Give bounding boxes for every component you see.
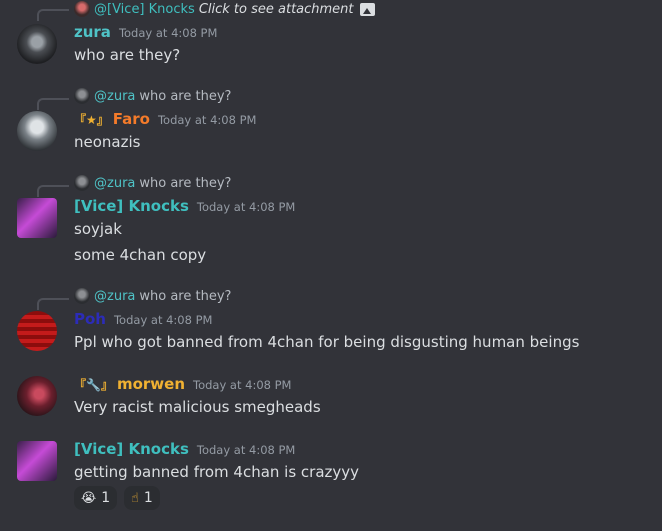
avatar[interactable] [17, 376, 57, 416]
avatar[interactable] [17, 441, 57, 481]
username[interactable]: zura [74, 23, 111, 41]
message-text: Very racist malicious smegheads [74, 398, 321, 416]
reply-connector [37, 98, 69, 110]
message-text: some 4chan copy [74, 246, 207, 264]
reply-mention[interactable]: @zura [94, 89, 135, 104]
message-text: neonazis [74, 133, 141, 151]
reply-text[interactable]: who are they? [139, 89, 231, 104]
reaction-sob[interactable]: 😭 1 [74, 486, 118, 510]
reply-connector [37, 298, 69, 310]
reply-text[interactable]: who are they? [139, 176, 231, 191]
username[interactable]: [Vice] Knocks [74, 440, 189, 458]
reply-connector [37, 185, 69, 197]
avatar[interactable] [17, 24, 57, 64]
point-up-emoji-icon: ☝ [131, 490, 139, 506]
reply-preview[interactable]: @[Vice] Knocks Click to see attachment [74, 0, 375, 18]
reply-mention[interactable]: @zura [94, 176, 135, 191]
timestamp: Today at 4:08 PM [113, 313, 213, 327]
timestamp: Today at 4:08 PM [196, 200, 296, 214]
reply-text[interactable]: who are they? [139, 289, 231, 304]
username[interactable]: Faro [113, 110, 150, 128]
reply-avatar [74, 1, 90, 17]
username[interactable]: [Vice] Knocks [74, 197, 189, 215]
role-badge-icon: 『🔧』 [74, 378, 113, 392]
image-icon [359, 2, 375, 16]
reply-connector [37, 9, 69, 21]
timestamp: Today at 4:08 PM [118, 26, 218, 40]
reaction-count: 1 [101, 490, 111, 506]
sob-emoji-icon: 😭 [81, 490, 97, 506]
reply-preview[interactable]: @zura who are they? [74, 174, 231, 192]
reply-preview[interactable]: @zura who are they? [74, 87, 231, 105]
message-text: who are they? [74, 46, 181, 64]
message-text: soyjak [74, 220, 122, 238]
reply-text[interactable]: Click to see attachment [199, 2, 354, 17]
reaction-point-up[interactable]: ☝ 1 [124, 486, 160, 510]
reply-mention[interactable]: @zura [94, 289, 135, 304]
reply-avatar [74, 88, 90, 104]
message-text: Ppl who got banned from 4chan for being … [74, 333, 580, 351]
username[interactable]: morwen [117, 375, 185, 393]
timestamp: Today at 4:08 PM [157, 113, 257, 127]
reaction-count: 1 [143, 490, 153, 506]
timestamp: Today at 4:08 PM [196, 443, 296, 457]
reply-preview[interactable]: @zura who are they? [74, 287, 231, 305]
username[interactable]: Poh [74, 310, 106, 328]
avatar[interactable] [17, 311, 57, 351]
reply-avatar [74, 175, 90, 191]
message-text: getting banned from 4chan is crazyyy [74, 463, 360, 481]
reply-avatar [74, 288, 90, 304]
avatar[interactable] [17, 111, 57, 151]
avatar[interactable] [17, 198, 57, 238]
timestamp: Today at 4:08 PM [193, 378, 292, 392]
reply-mention[interactable]: @[Vice] Knocks [94, 2, 195, 17]
role-badge-icon: 『★』 [74, 113, 109, 127]
